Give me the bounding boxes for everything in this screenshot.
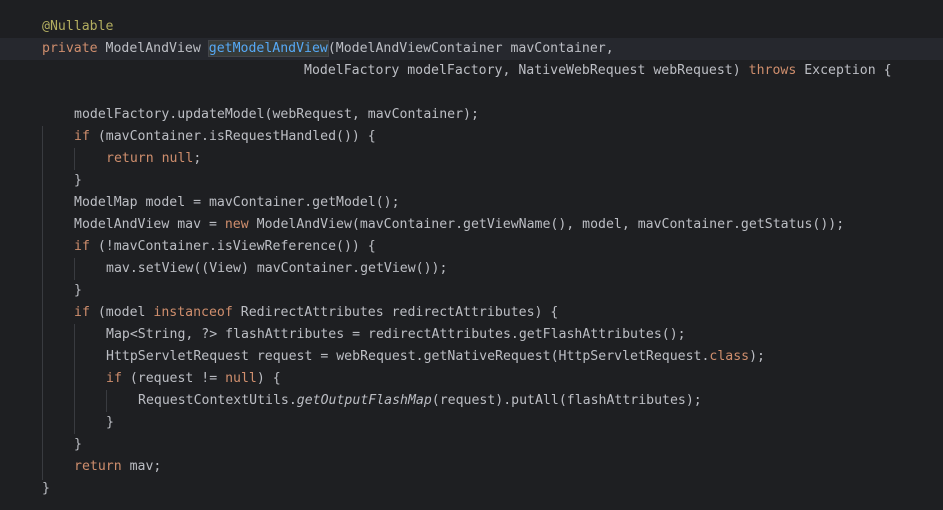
code-line[interactable]: if (!mavContainer.isViewReference()) {: [0, 236, 943, 258]
code-line-text: ModelFactory modelFactory, NativeWebRequ…: [42, 60, 892, 82]
code-token: modelFactory.updateModel(webRequest, mav…: [74, 107, 479, 122]
code-line[interactable]: }: [0, 170, 943, 192]
code-line[interactable]: }: [0, 412, 943, 434]
code-token: }: [42, 481, 50, 496]
code-token: Exception {: [804, 63, 892, 78]
code-line[interactable]: return mav;: [0, 456, 943, 478]
code-token: ModelFactory modelFactory, NativeWebRequ…: [42, 63, 749, 78]
code-token: );: [749, 349, 765, 364]
code-token: Map<String, ?> flashAttributes = redirec…: [106, 327, 686, 342]
code-line[interactable]: ModelMap model = mavContainer.getModel()…: [0, 192, 943, 214]
code-token: private: [42, 41, 106, 56]
code-line[interactable]: [0, 82, 943, 104]
code-line[interactable]: modelFactory.updateModel(webRequest, mav…: [0, 104, 943, 126]
code-line-text: HttpServletRequest request = webRequest.…: [106, 346, 765, 368]
code-token: (request).putAll(flashAttributes);: [431, 393, 702, 408]
code-line-text: ModelAndView mav = new ModelAndView(mavC…: [74, 214, 844, 236]
code-token: if: [106, 371, 130, 386]
code-line-text: ModelMap model = mavContainer.getModel()…: [74, 192, 400, 214]
code-line-text: return null;: [106, 148, 201, 170]
code-token: ModelAndView(mavContainer.getViewName(),…: [256, 217, 845, 232]
code-token: return: [74, 459, 130, 474]
code-line[interactable]: HttpServletRequest request = webRequest.…: [0, 346, 943, 368]
code-token: throws: [748, 63, 805, 78]
code-token: instanceof: [153, 305, 241, 320]
code-line-text: Map<String, ?> flashAttributes = redirec…: [106, 324, 686, 346]
code-line-text: if (!mavContainer.isViewReference()) {: [74, 236, 376, 258]
code-line[interactable]: mav.setView((View) mavContainer.getView(…: [0, 258, 943, 280]
code-line[interactable]: RequestContextUtils.getOutputFlashMap(re…: [0, 390, 943, 412]
code-token: (mavContainer.isRequestHandled()) {: [97, 129, 376, 144]
code-token: RedirectAttributes redirectAttributes) {: [240, 305, 559, 320]
code-token: new: [224, 217, 257, 232]
code-token: if: [74, 305, 98, 320]
code-token: @Nullable: [42, 19, 114, 34]
code-line-text: if (mavContainer.isRequestHandled()) {: [74, 126, 376, 148]
code-line-text: mav.setView((View) mavContainer.getView(…: [106, 258, 447, 280]
code-line[interactable]: ModelFactory modelFactory, NativeWebRequ…: [0, 60, 943, 82]
code-token: (request !=: [129, 371, 226, 386]
code-token: if: [74, 129, 98, 144]
code-token: getOutputFlashMap: [296, 393, 432, 408]
code-token: ModelAndView: [105, 41, 209, 56]
code-line-text: return mav;: [74, 456, 161, 478]
code-token: class: [709, 349, 750, 364]
code-line[interactable]: }: [0, 434, 943, 456]
code-line-text: private ModelAndView getModelAndView(Mod…: [42, 38, 614, 60]
code-token: mav.setView((View) mavContainer.getView(…: [106, 261, 448, 276]
code-line-text: }: [74, 434, 82, 456]
code-token: ;: [193, 151, 202, 166]
code-line[interactable]: private ModelAndView getModelAndView(Mod…: [0, 38, 943, 60]
code-token: getModelAndView: [207, 40, 329, 57]
code-line-text: if (model instanceof RedirectAttributes …: [74, 302, 558, 324]
code-token: null: [161, 151, 194, 166]
code-line-text: if (request != null) {: [106, 368, 281, 390]
code-line-text: }: [42, 478, 50, 500]
code-line[interactable]: if (model instanceof RedirectAttributes …: [0, 302, 943, 324]
code-line-text: modelFactory.updateModel(webRequest, mav…: [74, 104, 479, 126]
code-line[interactable]: }: [0, 478, 943, 500]
code-token: }: [74, 437, 82, 452]
code-token: ) {: [256, 371, 281, 386]
code-line-text: RequestContextUtils.getOutputFlashMap(re…: [138, 390, 702, 412]
code-token: ModelMap model = mavContainer.getModel()…: [74, 195, 400, 210]
code-line-text: }: [74, 170, 82, 192]
code-line-text: @Nullable: [42, 16, 113, 38]
code-line[interactable]: ModelAndView mav = new ModelAndView(mavC…: [0, 214, 943, 236]
code-token: (model: [97, 305, 154, 320]
code-token: }: [74, 173, 82, 188]
code-line[interactable]: @Nullable: [0, 16, 943, 38]
code-line-text: }: [106, 412, 114, 434]
code-editor[interactable]: @Nullable private ModelAndView getModelAn…: [0, 0, 943, 510]
code-line[interactable]: if (mavContainer.isRequestHandled()) {: [0, 126, 943, 148]
code-line-text: }: [74, 280, 82, 302]
code-token: HttpServletRequest request = webRequest.…: [106, 349, 710, 364]
code-line[interactable]: return null;: [0, 148, 943, 170]
code-token: if: [74, 239, 98, 254]
code-token: return: [106, 151, 162, 166]
code-token: null: [225, 371, 257, 386]
code-line[interactable]: if (request != null) {: [0, 368, 943, 390]
code-token: ModelAndView mav =: [74, 217, 225, 232]
code-line[interactable]: }: [0, 280, 943, 302]
code-token: RequestContextUtils.: [138, 393, 297, 408]
code-token: }: [74, 283, 82, 298]
code-token: (ModelAndViewContainer mavContainer,: [327, 41, 614, 56]
code-token: }: [106, 415, 114, 430]
code-token: mav;: [129, 459, 162, 474]
code-token: (!mavContainer.isViewReference()) {: [97, 239, 376, 254]
code-line[interactable]: Map<String, ?> flashAttributes = redirec…: [0, 324, 943, 346]
